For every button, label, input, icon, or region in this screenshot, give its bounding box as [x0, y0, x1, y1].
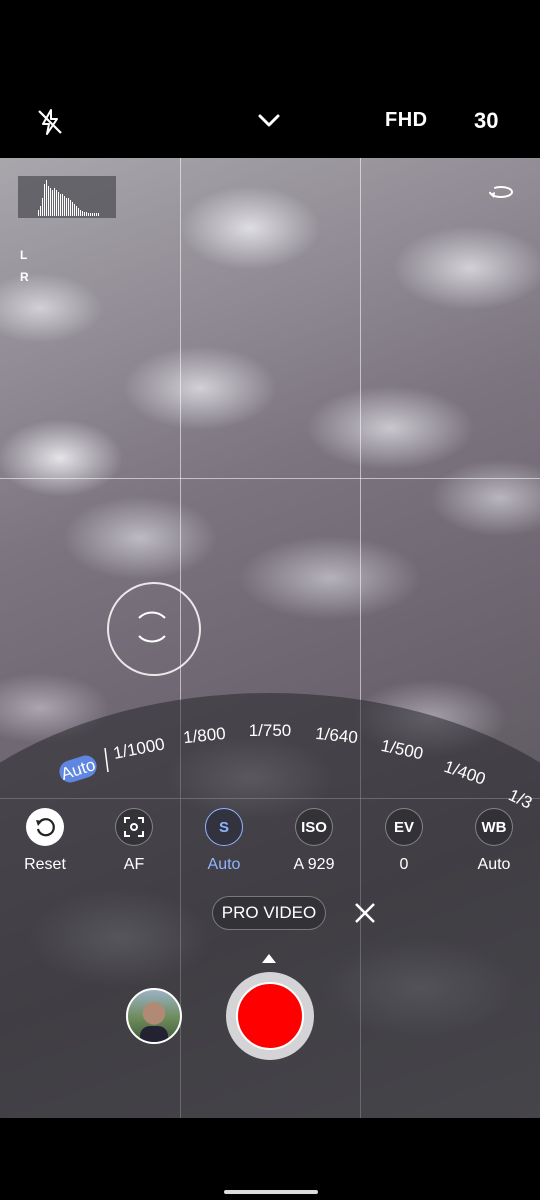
iso-icon: ISO: [295, 808, 333, 846]
frame-rate-button[interactable]: 30: [474, 108, 498, 134]
ev-value: 0: [399, 856, 409, 873]
chevron-down-icon[interactable]: [254, 108, 284, 134]
dial-indicator: [104, 747, 109, 773]
navigation-bar: [0, 1118, 540, 1200]
wb-button[interactable]: WB Auto: [454, 808, 534, 874]
dial-speed-label[interactable]: 1/800: [182, 724, 226, 747]
ev-button[interactable]: EV 0: [364, 808, 444, 874]
top-bar: FHD 30: [0, 0, 540, 158]
wb-value: Auto: [477, 856, 511, 873]
focus-frame-icon: [115, 808, 153, 846]
pro-controls: Reset AF S Auto ISO A 929 EV 0 WB Auto: [0, 800, 540, 882]
af-button[interactable]: AF: [94, 808, 174, 874]
wb-icon: WB: [475, 808, 513, 846]
dial-speed-label[interactable]: 1/500: [379, 736, 425, 763]
record-icon: [236, 982, 304, 1050]
record-button[interactable]: [226, 972, 314, 1060]
thumbnail-figure: [140, 1026, 168, 1042]
iso-value: A 929: [293, 856, 335, 873]
resolution-button[interactable]: FHD: [385, 109, 428, 132]
viewfinder[interactable]: L R Auto 1/1000 1/800 1/750 1/640 1/500 …: [0, 158, 540, 1118]
reset-label: Reset: [24, 856, 66, 873]
shutter-speed-button[interactable]: S Auto: [184, 808, 264, 874]
shutter-speed-scale[interactable]: Auto 1/1000 1/800 1/750 1/640 1/500 1/40…: [0, 158, 540, 858]
af-label: AF: [123, 856, 145, 873]
gallery-thumbnail[interactable]: [126, 988, 182, 1044]
iso-button[interactable]: ISO A 929: [274, 808, 354, 874]
shutter-mode-icon: S: [205, 808, 243, 846]
mode-name-pill[interactable]: PRO VIDEO: [212, 896, 326, 930]
home-gesture-bar[interactable]: [224, 1190, 318, 1194]
close-icon[interactable]: [353, 901, 377, 925]
dial-speed-label[interactable]: 1/1000: [112, 734, 167, 763]
expand-up-icon[interactable]: [262, 954, 276, 963]
shutter-speed-label: Auto: [207, 856, 241, 873]
dial-speed-label[interactable]: 1/640: [314, 724, 358, 747]
flash-off-icon[interactable]: [34, 106, 66, 138]
reset-button[interactable]: Reset: [5, 808, 85, 874]
reset-icon: [26, 808, 64, 846]
dial-speed-label[interactable]: 1/750: [249, 721, 292, 740]
ev-icon: EV: [385, 808, 423, 846]
dial-speed-label[interactable]: 1/400: [442, 757, 488, 789]
dial-auto-chip[interactable]: Auto: [57, 753, 100, 786]
